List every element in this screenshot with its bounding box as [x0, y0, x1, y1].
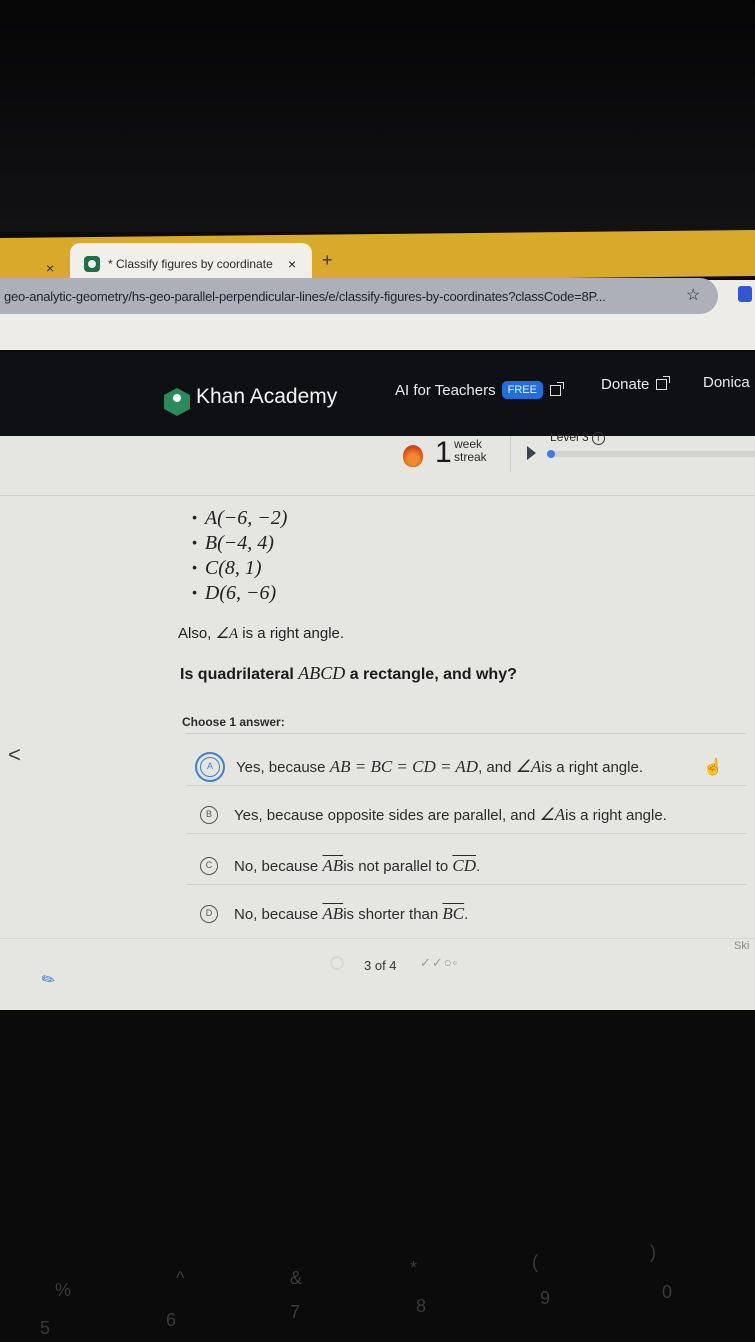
choose-label: Choose 1 answer: — [182, 715, 285, 729]
math: ∠A — [515, 757, 542, 776]
khan-favicon-icon — [84, 256, 100, 272]
hand-cursor-icon: ☝ — [703, 759, 723, 776]
donate-label: Donate — [601, 376, 650, 393]
choice-bubble: B — [200, 806, 218, 824]
keyboard-key: ( — [532, 1252, 538, 1272]
tab-title: * Classify figures by coordinate — [108, 257, 273, 271]
keyboard-key: 9 — [540, 1288, 551, 1308]
keyboard-key: 5 — [40, 1318, 51, 1338]
keyboard-key: 7 — [290, 1302, 301, 1322]
divider — [510, 436, 511, 472]
previous-arrow-icon[interactable]: < — [8, 742, 21, 768]
text: Also, — [178, 625, 216, 642]
new-tab-button[interactable]: + — [322, 250, 333, 271]
question-progress: 3 of 4 — [364, 958, 397, 973]
divider — [186, 785, 746, 786]
text: Is quadrilateral — [180, 666, 299, 683]
math: ∠A — [215, 626, 239, 642]
point-item: A(−6, −2) — [192, 506, 288, 531]
keyboard-key: 6 — [166, 1310, 177, 1330]
math: ∠A — [539, 805, 566, 824]
streak-label: week streak — [454, 438, 487, 464]
level-label: Level 3i — [550, 430, 605, 445]
question-text: Is quadrilateral ABCD a rectangle, and w… — [180, 663, 517, 684]
brand-name[interactable]: Khan Academy — [196, 385, 337, 409]
keyboard-key: % — [55, 1280, 72, 1300]
keyboard-key: ) — [650, 1242, 656, 1262]
math: AB — [322, 904, 344, 923]
text: No, because — [234, 857, 319, 875]
keyboard-key: 0 — [662, 1282, 673, 1302]
text: . — [476, 857, 481, 875]
skip-button[interactable]: Ski — [734, 940, 749, 952]
math: AB — [322, 856, 344, 875]
text: No, because — [234, 905, 319, 923]
level-progress-fill — [547, 450, 555, 458]
external-link-icon — [656, 376, 671, 390]
text: is shorter than — [343, 905, 439, 923]
free-badge: FREE — [501, 381, 543, 399]
streak-count: 1 — [435, 436, 452, 469]
text: is a right angle. — [238, 625, 345, 642]
level-text: Level 3 — [550, 430, 589, 444]
donate-link[interactable]: Donate — [601, 376, 671, 393]
choice-c[interactable]: C No, because AB is not parallel to CD. — [200, 856, 480, 876]
ai-for-teachers-link[interactable]: AI for Teachers FREE — [395, 381, 564, 399]
text: a rectangle, and why? — [345, 666, 517, 683]
prev-tab-close-icon[interactable]: × — [46, 260, 54, 276]
streak-bar — [0, 436, 755, 496]
choice-d[interactable]: D No, because AB is shorter than BC. — [200, 904, 468, 924]
math: ABCD — [298, 663, 346, 683]
math: AB = BC = CD = AD — [329, 757, 479, 776]
monitor-bottom — [0, 1010, 755, 1342]
text: is a right angle. — [565, 806, 667, 824]
divider — [0, 938, 755, 939]
text: . — [464, 905, 469, 923]
bookmark-star-icon[interactable]: ☆ — [686, 285, 700, 305]
flame-icon — [403, 445, 423, 467]
keyboard-key: * — [410, 1258, 418, 1278]
external-link-icon — [549, 381, 564, 396]
keyboard-key: & — [290, 1268, 303, 1288]
monitor-bezel — [0, 0, 755, 232]
text: is a right angle. — [541, 758, 643, 776]
extension-icon[interactable] — [738, 286, 752, 302]
choice-a[interactable]: A Yes, because AB = BC = CD = AD, and ∠A… — [200, 757, 643, 777]
address-bar[interactable]: geo-analytic-geometry/hs-geo-parallel-pe… — [0, 278, 718, 314]
text: , and — [478, 758, 512, 776]
text: Yes, because — [236, 758, 326, 776]
khan-header — [0, 352, 755, 436]
math: BC — [442, 904, 465, 923]
keyboard-key: 8 — [416, 1296, 427, 1316]
divider — [186, 884, 746, 885]
play-icon[interactable] — [527, 446, 536, 460]
url-text: geo-analytic-geometry/hs-geo-parallel-pe… — [4, 288, 606, 304]
ai-for-teachers-label: AI for Teachers — [395, 381, 496, 399]
point-item: C(8, 1) — [192, 556, 287, 581]
progress-marks: ✓✓○◦ — [420, 955, 459, 970]
choice-b[interactable]: B Yes, because opposite sides are parall… — [200, 805, 667, 825]
streak-label-streak: streak — [454, 450, 487, 464]
tab-close-icon[interactable]: × — [288, 256, 296, 272]
choice-bubble: C — [200, 857, 218, 875]
divider — [186, 733, 746, 734]
math: CD — [452, 856, 477, 875]
level-progress-bar — [547, 450, 755, 458]
loading-spinner-icon — [330, 956, 344, 970]
point-item: B(−4, 4) — [192, 531, 287, 556]
choice-bubble: A — [200, 757, 220, 777]
point-list: A(−6, −2) B(−4, 4) C(8, 1) D(6, −6) — [192, 506, 288, 606]
info-icon[interactable]: i — [591, 432, 605, 445]
text: is not parallel to — [343, 857, 449, 875]
text: Yes, because opposite sides are parallel… — [234, 806, 536, 824]
choice-bubble: D — [200, 905, 218, 923]
user-menu[interactable]: Donica — [703, 374, 750, 391]
given-statement: Also, ∠A is a right angle. — [178, 624, 344, 643]
divider — [186, 833, 746, 834]
exercise-page — [0, 436, 755, 1016]
point-item: D(6, −6) — [192, 581, 287, 606]
keyboard-key: ^ — [176, 1268, 185, 1288]
